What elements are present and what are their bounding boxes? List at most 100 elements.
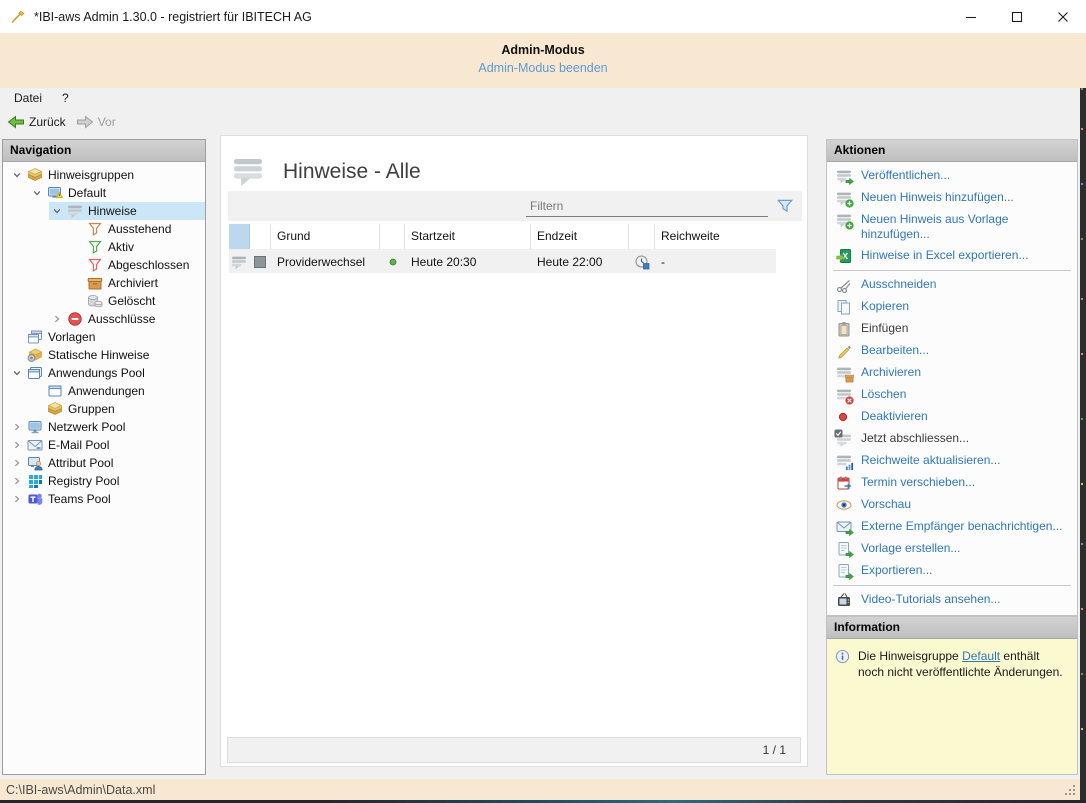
maximize-button[interactable]	[994, 0, 1040, 33]
chevron-right-icon[interactable]	[9, 473, 25, 489]
window-title: *IBI-aws Admin 1.30.0 - registriert für …	[34, 10, 312, 24]
chevron-down-icon[interactable]	[9, 167, 25, 183]
nav-item-ausschluesse[interactable]: Ausschlüsse	[49, 310, 205, 328]
nav-item-attribut-pool[interactable]: Attribut Pool	[9, 454, 205, 472]
column-select[interactable]	[229, 224, 250, 249]
registry-icon	[27, 473, 43, 489]
chevron-down-icon[interactable]	[29, 185, 45, 201]
chart-badge-icon	[845, 462, 854, 471]
table-row[interactable]: Providerwechsel Heute 20:30 Heute 22:00 …	[229, 250, 776, 273]
nav-item-abgeschlossen[interactable]: Abgeschlossen	[69, 256, 205, 274]
action-cut[interactable]: Ausschneiden	[827, 274, 1077, 296]
action-publish[interactable]: Veröffentlichen...	[827, 165, 1077, 187]
information-text: Die Hinweisgruppe Default enthält noch n…	[858, 648, 1063, 680]
chevron-right-icon[interactable]	[9, 491, 25, 507]
paste-icon	[836, 321, 852, 337]
exclusions-icon	[67, 311, 83, 327]
chevron-right-icon[interactable]	[49, 311, 65, 327]
nav-item-teams-pool[interactable]: Teams Pool	[9, 490, 205, 508]
statusbar: C:\IBI-aws\Admin\Data.xml	[0, 779, 1086, 800]
window-controls	[948, 0, 1086, 33]
column-type[interactable]	[250, 224, 271, 249]
menu-datei[interactable]: Datei	[4, 88, 52, 109]
nav-item-netzwerk-pool[interactable]: Netzwerk Pool	[9, 418, 205, 436]
column-startzeit[interactable]: Startzeit	[405, 224, 531, 249]
information-header: Information	[827, 617, 1077, 639]
chevron-right-icon[interactable]	[9, 437, 25, 453]
action-notify-external[interactable]: Externe Empfänger benachrichtigen...	[827, 516, 1077, 538]
action-create-template[interactable]: Vorlage erstellen...	[827, 538, 1077, 560]
green-arrow-badge-icon	[845, 550, 854, 559]
column-reichweite[interactable]: Reichweite	[655, 224, 776, 249]
email-icon	[27, 437, 43, 453]
funnel-pending-icon	[87, 221, 103, 237]
nav-item-hinweisgruppen[interactable]: Hinweisgruppen	[9, 166, 205, 184]
chevron-down-icon[interactable]	[9, 365, 25, 381]
close-button[interactable]	[1040, 0, 1086, 33]
create-template-icon	[836, 541, 852, 557]
action-delete[interactable]: Löschen	[827, 384, 1077, 406]
nav-item-archiviert[interactable]: Archiviert	[69, 274, 205, 292]
filter-funnel-icon[interactable]	[776, 197, 794, 215]
resize-grip[interactable]	[1065, 785, 1076, 796]
column-reach-icon[interactable]	[629, 224, 655, 249]
finish-now-icon	[836, 431, 852, 447]
action-excel-export[interactable]: Hinweise in Excel exportieren...	[827, 245, 1077, 267]
action-preview[interactable]: Vorschau	[827, 494, 1077, 516]
cell-grund: Providerwechsel	[271, 255, 380, 269]
column-grund[interactable]: Grund	[271, 224, 380, 249]
actions-separator	[833, 270, 1071, 271]
action-update-reach[interactable]: Reichweite aktualisieren...	[827, 450, 1077, 472]
action-export[interactable]: Exportieren...	[827, 560, 1077, 582]
admin-mode-title: Admin-Modus	[0, 33, 1086, 57]
action-add-notice-from-template[interactable]: Neuen Hinweis aus Vorlage hinzufügen...	[827, 209, 1077, 245]
static-notices-icon	[27, 347, 43, 363]
cut-icon	[836, 277, 852, 293]
back-button[interactable]: Zurück	[7, 110, 66, 134]
archive-box-badge-icon	[845, 374, 854, 383]
column-endzeit[interactable]: Endzeit	[531, 224, 629, 249]
copy-icon	[836, 299, 852, 315]
filter-input[interactable]	[526, 196, 768, 217]
forward-button: Vor	[76, 110, 116, 134]
action-edit[interactable]: Bearbeiten...	[827, 340, 1077, 362]
action-move-date[interactable]: Termin verschieben...	[827, 472, 1077, 494]
nav-item-registry-pool[interactable]: Registry Pool	[9, 472, 205, 490]
titlebar: *IBI-aws Admin 1.30.0 - registriert für …	[0, 0, 1086, 33]
nav-item-geloescht[interactable]: Gelöscht	[69, 292, 205, 310]
default-group-link[interactable]: Default	[962, 649, 1000, 663]
nav-item-anwendungs-pool[interactable]: Anwendungs Pool	[9, 364, 205, 382]
nav-item-anwendungen[interactable]: Anwendungen	[29, 382, 205, 400]
action-copy[interactable]: Kopieren	[827, 296, 1077, 318]
back-arrow-icon	[7, 114, 25, 130]
action-deactivate[interactable]: Deaktivieren	[827, 406, 1077, 428]
green-arrow-badge-icon	[845, 528, 854, 537]
chevron-right-icon[interactable]	[9, 455, 25, 471]
nav-item-ausstehend[interactable]: Ausstehend	[69, 220, 205, 238]
minimize-button[interactable]	[948, 0, 994, 33]
nav-item-hinweise[interactable]: Hinweise	[49, 202, 205, 220]
actions-separator	[833, 585, 1071, 586]
application-icon	[47, 383, 63, 399]
action-add-notice[interactable]: Neuen Hinweis hinzufügen...	[827, 187, 1077, 209]
menu-help[interactable]: ?	[52, 88, 79, 109]
navigation-header: Navigation	[3, 140, 205, 162]
nav-item-aktiv[interactable]: Aktiv	[69, 238, 205, 256]
nav-item-default[interactable]: Default	[29, 184, 205, 202]
column-status[interactable]	[380, 224, 405, 249]
admin-mode-banner: Admin-Modus Admin-Modus beenden	[0, 33, 1086, 88]
chevron-right-icon[interactable]	[9, 419, 25, 435]
chevron-down-icon[interactable]	[49, 203, 65, 219]
nav-item-vorlagen[interactable]: Vorlagen	[9, 328, 205, 346]
deactivate-icon	[836, 409, 852, 425]
check-badge-icon	[834, 429, 843, 438]
table-header-row: Grund Startzeit Endzeit Reichweite	[229, 224, 776, 250]
admin-mode-exit-link[interactable]: Admin-Modus beenden	[478, 61, 607, 75]
nav-item-statische-hinweise[interactable]: Statische Hinweise	[9, 346, 205, 364]
nav-item-email-pool[interactable]: E-Mail Pool	[9, 436, 205, 454]
nav-item-gruppen[interactable]: Gruppen	[29, 400, 205, 418]
action-archive[interactable]: Archivieren	[827, 362, 1077, 384]
app-logo-icon	[10, 9, 26, 25]
delete-notice-icon	[836, 387, 852, 403]
notice-group-icon	[47, 185, 63, 201]
